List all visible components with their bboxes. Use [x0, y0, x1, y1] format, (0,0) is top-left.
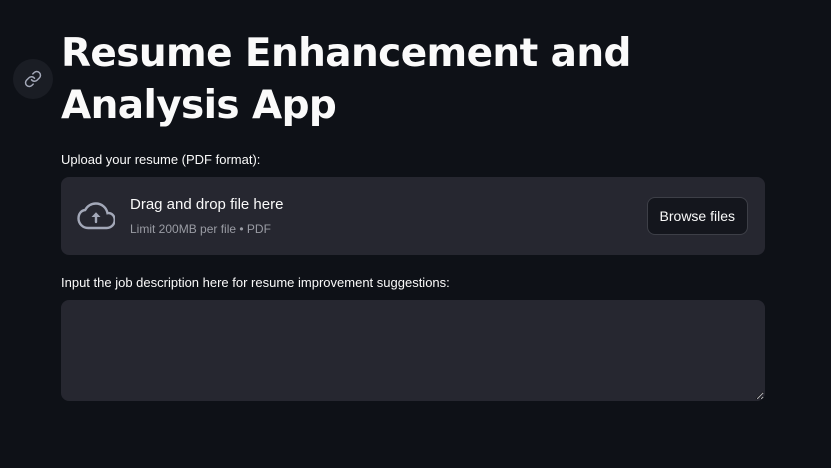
dropzone-instructions: Drag and drop file here	[130, 196, 284, 213]
file-uploader-label: Upload your resume (PDF format):	[61, 152, 261, 167]
browse-files-button[interactable]: Browse files	[646, 197, 748, 235]
header-anchor-button[interactable]	[13, 59, 53, 99]
link-icon	[24, 70, 42, 88]
cloud-upload-icon	[77, 202, 115, 230]
dropzone-limit-text: Limit 200MB per file • PDF	[130, 222, 271, 236]
job-description-label: Input the job description here for resum…	[61, 275, 450, 290]
file-dropzone[interactable]: Drag and drop file here Limit 200MB per …	[61, 177, 765, 255]
app-page: Resume Enhancement and Analysis App Uplo…	[0, 0, 831, 468]
job-description-input[interactable]	[61, 300, 765, 401]
main-content: Resume Enhancement and Analysis App Uplo…	[61, 28, 765, 401]
page-title: Resume Enhancement and Analysis App	[61, 31, 631, 128]
